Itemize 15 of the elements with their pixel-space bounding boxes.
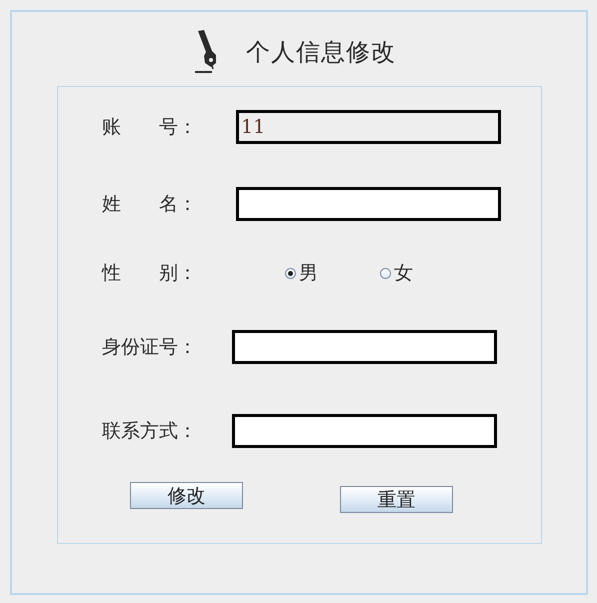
field-label: 账 号：: [102, 115, 197, 140]
input-field[interactable]: [232, 330, 497, 364]
radio-icon[interactable]: [380, 268, 391, 278]
form-button[interactable]: 重置: [340, 486, 453, 513]
input-field[interactable]: [236, 187, 501, 221]
field-label: 身份证号：: [102, 335, 197, 360]
radio-option[interactable]: 女: [380, 260, 475, 286]
form-title: 个人信息修改: [246, 37, 396, 68]
form-button[interactable]: 修改: [130, 482, 243, 509]
field-label: 性 别：: [102, 261, 197, 286]
input-field[interactable]: [232, 414, 497, 448]
field-label: 姓 名：: [102, 192, 197, 217]
radio-icon[interactable]: [285, 268, 296, 278]
field-label: 联系方式：: [102, 419, 197, 444]
radio-option[interactable]: 男: [285, 260, 380, 286]
